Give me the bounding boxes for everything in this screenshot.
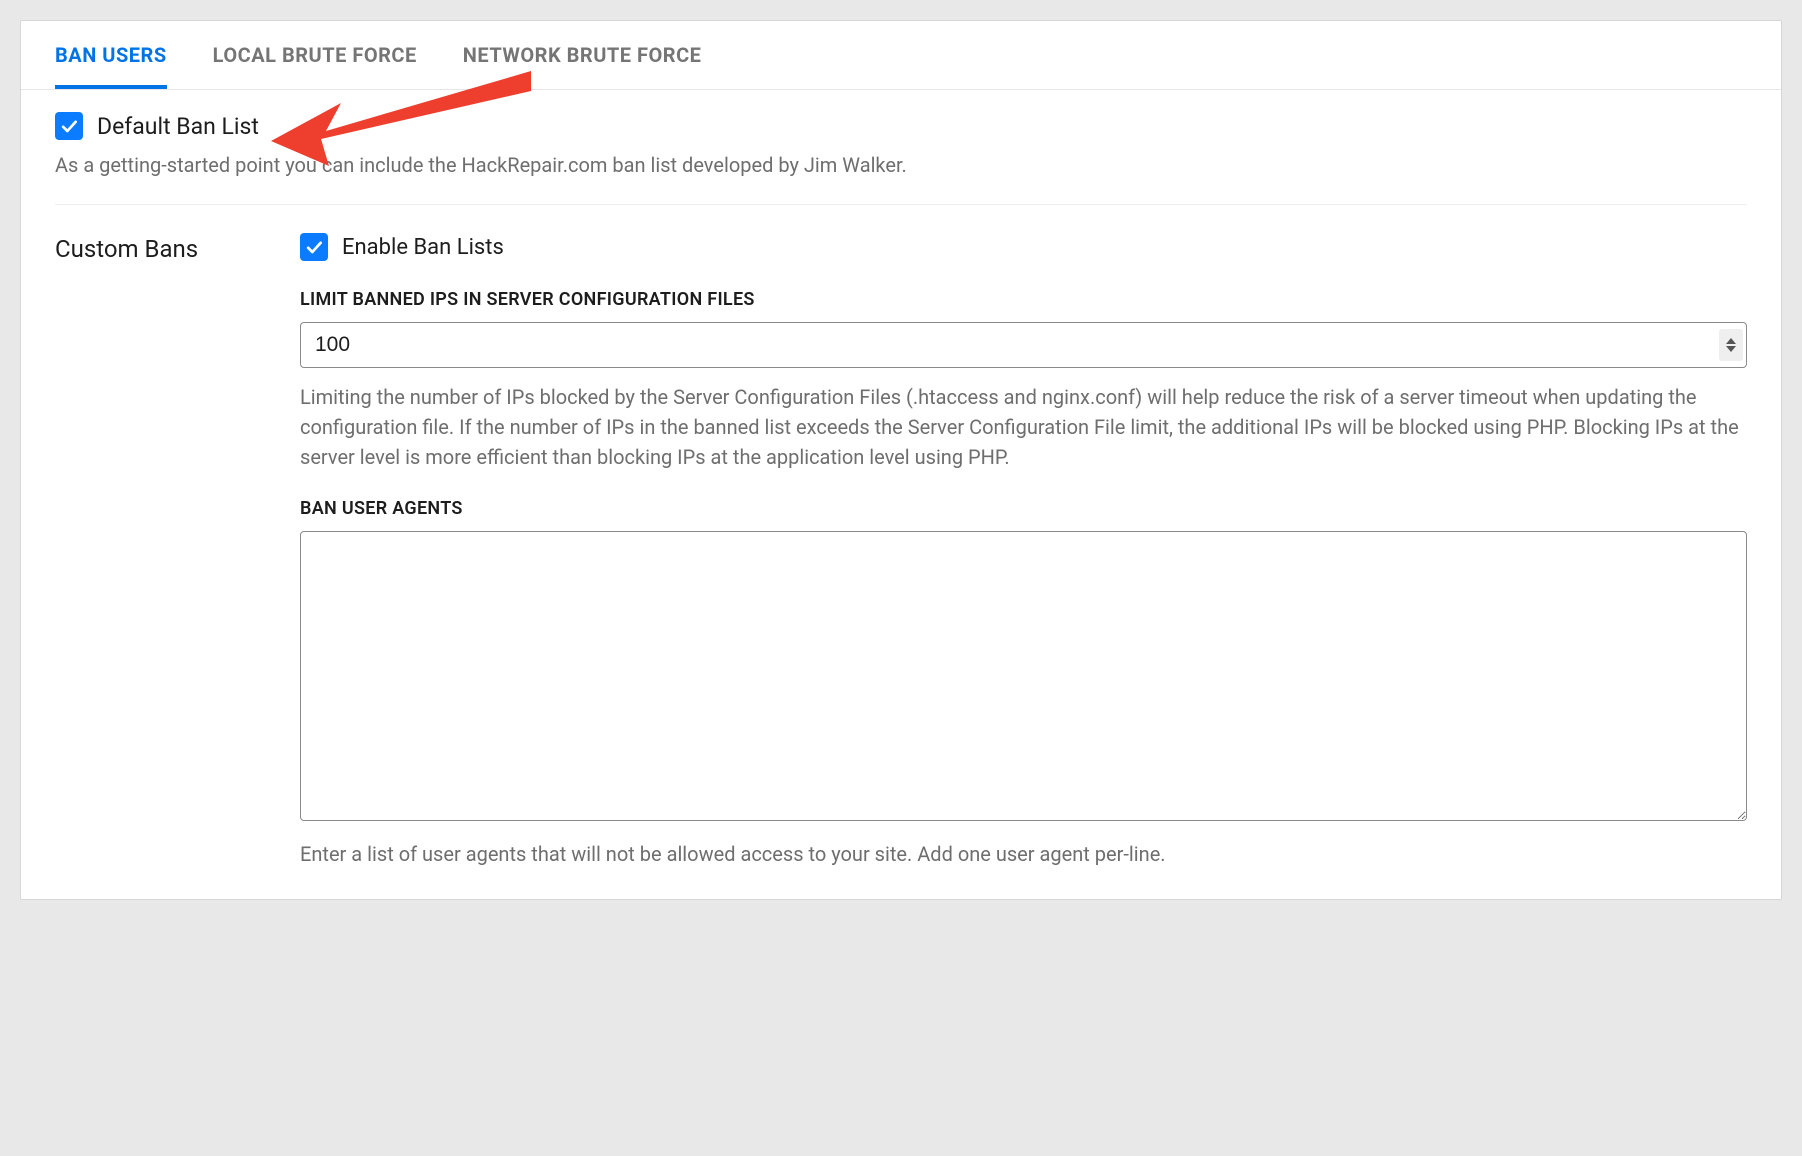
default-ban-checkbox[interactable] <box>55 112 83 140</box>
limit-ips-input[interactable] <box>300 322 1747 368</box>
custom-bans-section: Custom Bans Enable Ban Lists LIMIT BANNE… <box>55 233 1747 869</box>
tab-ban-users[interactable]: BAN USERS <box>55 43 167 89</box>
tab-network-brute-force[interactable]: NETWORK BRUTE FORCE <box>463 43 702 89</box>
ban-user-agents-help: Enter a list of user agents that will no… <box>300 839 1747 869</box>
section-divider <box>55 204 1747 205</box>
default-ban-label: Default Ban List <box>97 113 259 140</box>
default-ban-description: As a getting-started point you can inclu… <box>55 150 1747 180</box>
checkmark-icon <box>304 237 324 257</box>
enable-ban-lists-row: Enable Ban Lists <box>300 233 1747 261</box>
tab-bar: BAN USERS LOCAL BRUTE FORCE NETWORK BRUT… <box>21 21 1781 90</box>
content-area: Default Ban List As a getting-started po… <box>21 90 1781 899</box>
ban-user-agents-textarea[interactable] <box>300 531 1747 821</box>
enable-ban-lists-checkbox[interactable] <box>300 233 328 261</box>
limit-ips-help: Limiting the number of IPs blocked by th… <box>300 382 1747 472</box>
limit-ips-select-wrap <box>300 322 1747 368</box>
tab-local-brute-force[interactable]: LOCAL BRUTE FORCE <box>213 43 417 89</box>
custom-bans-title: Custom Bans <box>55 233 300 263</box>
settings-panel: BAN USERS LOCAL BRUTE FORCE NETWORK BRUT… <box>20 20 1782 900</box>
checkmark-icon <box>59 116 79 136</box>
ban-user-agents-label: BAN USER AGENTS <box>300 498 1747 519</box>
enable-ban-lists-label: Enable Ban Lists <box>342 235 504 260</box>
default-ban-row: Default Ban List <box>55 112 1747 140</box>
limit-ips-label: LIMIT BANNED IPS IN SERVER CONFIGURATION… <box>300 289 1747 310</box>
custom-bans-fields: Enable Ban Lists LIMIT BANNED IPS IN SER… <box>300 233 1747 869</box>
